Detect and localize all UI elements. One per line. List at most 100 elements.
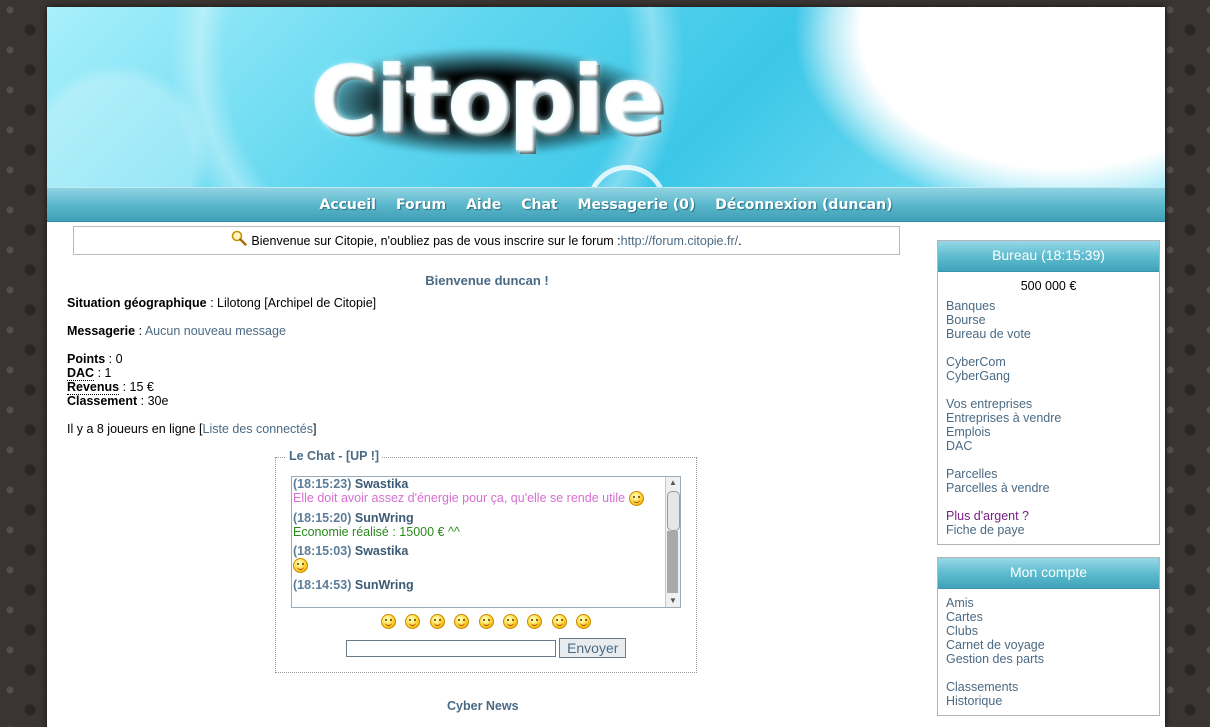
bureau-links: 500 000 € Banques Bourse Bureau de vote Cyb… [938, 272, 1159, 544]
smiley-icon[interactable] [405, 614, 421, 630]
dac-row: DAC : 1 [67, 366, 907, 381]
nav-chat[interactable]: Chat [521, 197, 557, 213]
points-label: Points [67, 352, 106, 366]
scroll-up-icon[interactable]: ▲ [666, 477, 680, 489]
bureau-link[interactable]: Bureau de vote [946, 327, 1151, 341]
bureau-link[interactable]: Emplois [946, 425, 1151, 439]
chat-legend-close: ] [374, 449, 380, 463]
bureau-link[interactable]: Vos entreprises [946, 397, 1151, 411]
chat-legend-text: Le Chat - [ [289, 449, 351, 463]
compte-link[interactable]: Carnet de voyage [946, 638, 1151, 652]
info-text: Bienvenue sur Citopie, n'oubliez pas de … [251, 233, 621, 248]
bureau-panel: Bureau (18:15:39) 500 000 € Banques Bours… [937, 240, 1160, 545]
classement-row: Classement : 30e [67, 394, 907, 408]
compte-link[interactable]: Amis [946, 596, 1151, 610]
magnifier-icon [232, 230, 248, 246]
compte-link[interactable]: Gestion des parts [946, 652, 1151, 666]
chat-message: (18:14:53) SunWring [293, 578, 665, 592]
chat-input[interactable] [345, 639, 556, 657]
bureau-link[interactable]: Plus d'argent ? [946, 509, 1151, 523]
chat-user: Swastika [354, 544, 409, 559]
dac-label: DAC [67, 366, 95, 381]
chat-text: Elle doit avoir assez d'énergie pour ça,… [293, 491, 626, 505]
forum-link[interactable]: http://forum.citopie.fr/ [621, 234, 738, 248]
smiley-icon[interactable] [454, 614, 470, 630]
send-button[interactable]: Envoyer [559, 638, 627, 658]
scroll-track[interactable] [667, 531, 678, 593]
bureau-title: Bureau (18:15:39) [938, 241, 1159, 272]
chat-message: (18:15:23) Swastika Elle doit avoir asse… [293, 477, 665, 507]
smiley-icon[interactable] [478, 614, 494, 630]
compte-link[interactable]: Clubs [946, 624, 1151, 638]
chat-time: (18:15:23) [293, 477, 352, 491]
site-logo[interactable]: Citopie [297, 35, 677, 165]
nav-accueil[interactable]: Accueil [319, 197, 376, 213]
chat-up-link[interactable]: UP ! [350, 449, 375, 463]
chat-box: Le Chat - [UP !] (18:15:23) Swastika Ell… [275, 449, 697, 673]
chat-messages-area[interactable]: (18:15:23) Swastika Elle doit avoir asse… [291, 476, 681, 608]
nav-forum[interactable]: Forum [396, 197, 446, 213]
smiley-icon[interactable] [527, 614, 543, 630]
bureau-link[interactable]: Parcelles à vendre [946, 481, 1151, 495]
compte-title: Mon compte [938, 558, 1159, 589]
online-close: ] [313, 422, 317, 436]
bureau-link[interactable]: DAC [946, 439, 1151, 453]
bureau-link[interactable]: CyberGang [946, 369, 1151, 383]
situation-label: Situation géographique [67, 296, 207, 310]
smiley-grin-icon [293, 558, 308, 574]
main-content: Bienvenue duncan ! Situation géographiqu… [67, 269, 907, 713]
cyber-news-title: Cyber News [447, 699, 519, 713]
logo-text: Citopie [310, 46, 665, 154]
bureau-link[interactable]: CyberCom [946, 355, 1151, 369]
messagerie-row: Messagerie : Aucun nouveau message [67, 324, 907, 338]
chat-form: Envoyer [276, 638, 696, 658]
money-amount: 500 000 € [1020, 279, 1077, 293]
points-row: Points : 0 [67, 352, 907, 366]
smiley-icon[interactable] [380, 614, 396, 630]
bureau-link[interactable]: Bourse [946, 313, 1151, 327]
bureau-link[interactable]: Banques [946, 299, 1151, 313]
chat-scrollbar[interactable]: ▲ ▼ [665, 477, 680, 607]
compte-link[interactable]: Cartes [946, 610, 1151, 624]
scroll-down-icon[interactable]: ▼ [666, 595, 680, 607]
info-suffix: . [738, 233, 742, 248]
chat-time: (18:15:03) [293, 544, 352, 559]
banner-bubble [747, 7, 1165, 187]
chat-legend: Le Chat - [UP !] [286, 449, 383, 463]
messagerie-label: Messagerie [67, 324, 136, 338]
compte-link[interactable]: Classements [946, 680, 1151, 694]
nav-deconnexion[interactable]: Déconnexion (duncan) [715, 197, 892, 213]
scroll-thumb[interactable] [667, 491, 680, 531]
smiley-tongue-icon [628, 491, 644, 507]
nav-aide[interactable]: Aide [466, 197, 501, 213]
compte-link[interactable]: Historique [946, 694, 1151, 708]
smiley-icon[interactable] [429, 614, 445, 630]
bureau-link[interactable]: Parcelles [946, 467, 1151, 481]
classement-value: : 30e [137, 394, 169, 408]
revenus-label: Revenus [67, 380, 120, 395]
info-bar: Bienvenue sur Citopie, n'oubliez pas de … [73, 226, 900, 255]
situation-row: Situation géographique : Lilotong [Archi… [67, 296, 907, 310]
bureau-link[interactable]: Fiche de paye [946, 523, 1151, 537]
header-banner: Citopie [47, 7, 1165, 187]
main-nav: Accueil Forum Aide Chat Messagerie (0) D… [47, 187, 1165, 222]
chat-time: (18:15:20) [293, 511, 352, 526]
smiley-icon[interactable] [576, 614, 592, 630]
online-list-link[interactable]: Liste des connectés [203, 422, 314, 436]
messagerie-link[interactable]: Aucun nouveau message [145, 324, 286, 338]
chat-messages: (18:15:23) Swastika Elle doit avoir asse… [292, 477, 665, 597]
smiley-icon[interactable] [551, 614, 567, 630]
bureau-link[interactable]: Entreprises à vendre [946, 411, 1151, 425]
chat-message: (18:15:20) SunWring Economie réalisé : 1… [293, 511, 665, 539]
welcome-title: Bienvenue duncan ! [425, 273, 549, 288]
points-value: : 0 [105, 352, 123, 366]
classement-label: Classement [67, 394, 138, 408]
online-text: Il y a 8 joueurs en ligne [ [67, 422, 203, 436]
nav-messagerie[interactable]: Messagerie (0) [578, 197, 696, 213]
online-row: Il y a 8 joueurs en ligne [Liste des con… [67, 422, 907, 436]
chat-user: SunWring [354, 578, 414, 593]
smiley-icon[interactable] [502, 614, 518, 630]
